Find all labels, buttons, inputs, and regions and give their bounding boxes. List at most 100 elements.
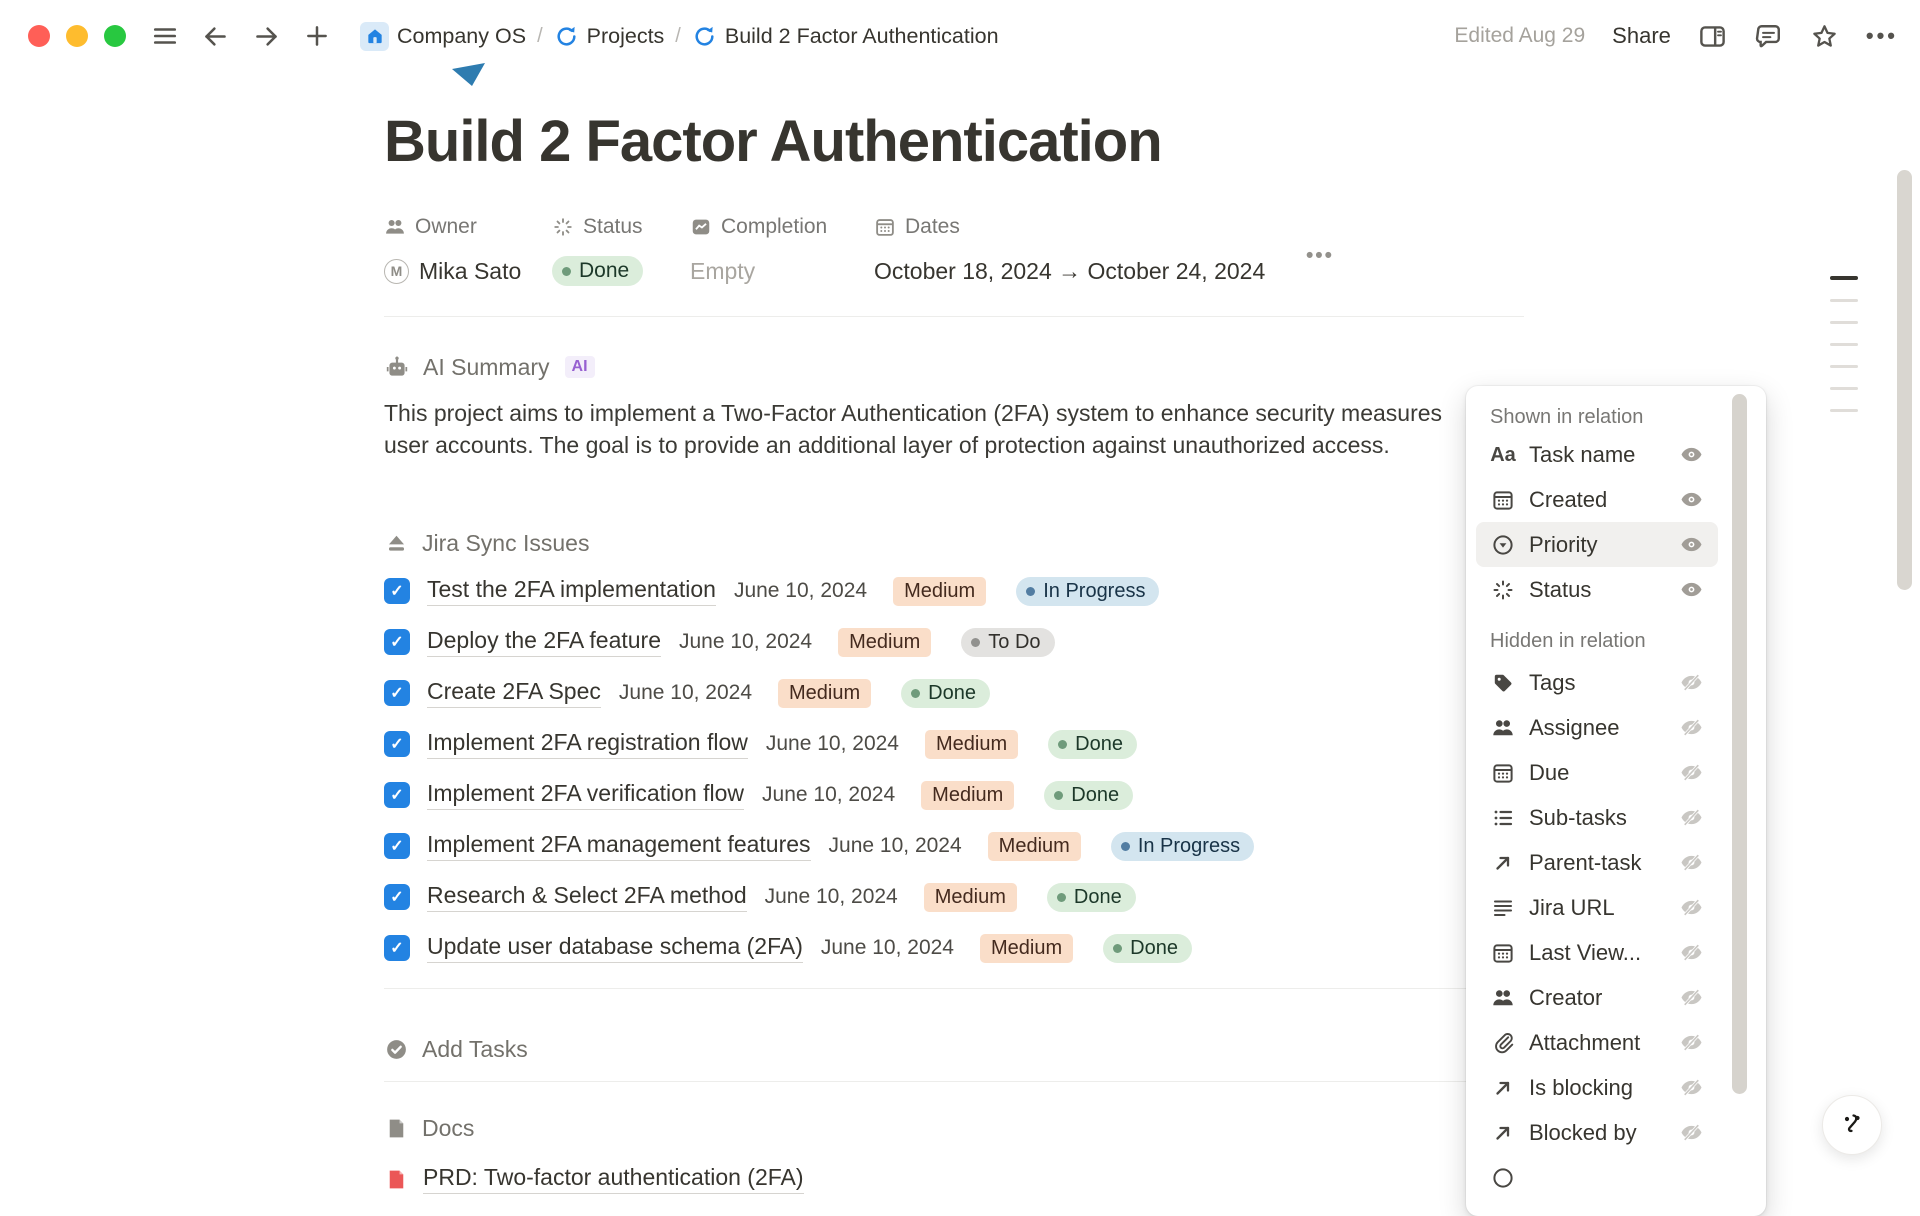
priority-badge[interactable]: Medium [925, 730, 1018, 759]
checkbox-checked[interactable]: ✓ [384, 629, 410, 655]
task-title-link[interactable]: Update user database schema (2FA) [427, 933, 803, 963]
task-title-link[interactable]: Deploy the 2FA feature [427, 627, 661, 657]
add-tasks-heading[interactable]: Add Tasks [384, 1035, 1524, 1063]
zoom-button[interactable] [104, 25, 126, 47]
priority-badge[interactable]: Medium [924, 883, 1017, 912]
task-title-link[interactable]: Test the 2FA implementation [427, 576, 716, 606]
popup-item-partial[interactable] [1476, 1155, 1718, 1200]
popup-item-priority[interactable]: Priority [1476, 522, 1718, 567]
popup-item-status[interactable]: Status [1476, 567, 1718, 612]
status-badge[interactable]: Done [901, 679, 990, 708]
new-tab-icon[interactable] [304, 23, 330, 49]
priority-badge[interactable]: Medium [838, 628, 931, 657]
eye-icon[interactable] [1679, 577, 1704, 602]
popup-item-task-name[interactable]: Aa Task name [1476, 432, 1718, 477]
popup-item-tags[interactable]: Tags [1476, 660, 1718, 705]
status-badge[interactable]: To Do [961, 628, 1054, 657]
eye-slash-icon[interactable] [1679, 670, 1704, 695]
popup-item-is-blocking[interactable]: Is blocking [1476, 1065, 1718, 1110]
popup-item-created[interactable]: Created [1476, 477, 1718, 522]
minimize-button[interactable] [66, 25, 88, 47]
eye-slash-icon[interactable] [1679, 895, 1704, 920]
close-button[interactable] [28, 25, 50, 47]
property-owner-value[interactable]: M Mika Sato [384, 254, 552, 288]
forward-icon[interactable] [253, 23, 280, 50]
task-title-link[interactable]: Implement 2FA verification flow [427, 780, 744, 810]
popup-item-creator[interactable]: Creator [1476, 975, 1718, 1020]
sidebar-menu-icon[interactable] [152, 23, 178, 49]
property-status-label[interactable]: Status [552, 212, 690, 242]
share-button[interactable]: Share [1612, 23, 1671, 49]
jira-sync-heading[interactable]: Jira Sync Issues [384, 529, 1524, 557]
popup-item-sub-tasks[interactable]: Sub-tasks [1476, 795, 1718, 840]
popup-item-assignee[interactable]: Assignee [1476, 705, 1718, 750]
doc-title-link[interactable]: PRD: Two-factor authentication (2FA) [423, 1164, 804, 1194]
toc-line-current[interactable] [1830, 276, 1858, 280]
toc-line[interactable] [1830, 299, 1858, 302]
property-more-icon[interactable]: ••• [1306, 244, 1334, 268]
toc-line[interactable] [1830, 343, 1858, 346]
task-title-link[interactable]: Implement 2FA registration flow [427, 729, 748, 759]
eye-slash-icon[interactable] [1679, 1030, 1704, 1055]
checkbox-checked[interactable]: ✓ [384, 680, 410, 706]
task-title-link[interactable]: Implement 2FA management features [427, 831, 811, 861]
eye-slash-icon[interactable] [1679, 715, 1704, 740]
status-badge[interactable]: Done [1044, 781, 1133, 810]
task-title-link[interactable]: Research & Select 2FA method [427, 882, 747, 912]
back-icon[interactable] [202, 23, 229, 50]
page-title[interactable]: Build 2 Factor Authentication [384, 102, 1524, 182]
eye-slash-icon[interactable] [1679, 1120, 1704, 1145]
eye-icon[interactable] [1679, 532, 1704, 557]
popup-item-parent-task[interactable]: Parent-task [1476, 840, 1718, 885]
priority-badge[interactable]: Medium [980, 934, 1073, 963]
property-dates-label[interactable]: Dates [874, 212, 1524, 242]
eye-slash-icon[interactable] [1679, 760, 1704, 785]
eye-icon[interactable] [1679, 487, 1704, 512]
page-scrollbar-thumb[interactable] [1897, 170, 1912, 590]
eye-slash-icon[interactable] [1679, 1075, 1704, 1100]
toc-line[interactable] [1830, 321, 1858, 324]
comments-icon[interactable] [1754, 22, 1783, 51]
checkbox-checked[interactable]: ✓ [384, 833, 410, 859]
status-badge[interactable]: Done [1103, 934, 1192, 963]
popup-item-blocked-by[interactable]: Blocked by [1476, 1110, 1718, 1155]
popup-scrollbar-thumb[interactable] [1732, 394, 1747, 1094]
task-title-link[interactable]: Create 2FA Spec [427, 678, 601, 708]
status-badge[interactable]: Done [552, 256, 643, 286]
status-badge[interactable]: Done [1047, 883, 1136, 912]
priority-badge[interactable]: Medium [921, 781, 1014, 810]
toc-line[interactable] [1830, 365, 1858, 368]
checkbox-checked[interactable]: ✓ [384, 884, 410, 910]
table-of-contents-indicator[interactable] [1830, 276, 1858, 431]
priority-badge[interactable]: Medium [988, 832, 1081, 861]
ai-summary-heading[interactable]: AI Summary AI [384, 353, 1524, 381]
eye-slash-icon[interactable] [1679, 805, 1704, 830]
priority-badge[interactable]: Medium [778, 679, 871, 708]
popup-item-last-viewed[interactable]: Last View... [1476, 930, 1718, 975]
property-dates-value[interactable]: October 18, 2024 → October 24, 2024 [874, 254, 1524, 288]
eye-slash-icon[interactable] [1679, 985, 1704, 1010]
status-badge[interactable]: In Progress [1016, 577, 1159, 606]
popup-item-attachment[interactable]: Attachment [1476, 1020, 1718, 1065]
docs-heading[interactable]: Docs [384, 1114, 1524, 1142]
popup-item-jira-url[interactable]: Jira URL [1476, 885, 1718, 930]
status-badge[interactable]: In Progress [1111, 832, 1254, 861]
eye-icon[interactable] [1679, 442, 1704, 467]
checkbox-checked[interactable]: ✓ [384, 578, 410, 604]
property-owner-label[interactable]: Owner [384, 212, 552, 242]
checkbox-checked[interactable]: ✓ [384, 935, 410, 961]
side-panel-toggle-icon[interactable] [1698, 22, 1727, 51]
notion-ai-button[interactable] [1822, 1095, 1882, 1155]
checkbox-checked[interactable]: ✓ [384, 782, 410, 808]
property-completion-value[interactable]: Empty [690, 254, 874, 288]
eye-slash-icon[interactable] [1679, 850, 1704, 875]
priority-badge[interactable]: Medium [893, 577, 986, 606]
property-completion-label[interactable]: Completion [690, 212, 874, 242]
favorite-star-icon[interactable] [1810, 22, 1839, 51]
property-status-value[interactable]: Done [552, 254, 690, 288]
checkbox-checked[interactable]: ✓ [384, 731, 410, 757]
toc-line[interactable] [1830, 387, 1858, 390]
status-badge[interactable]: Done [1048, 730, 1137, 759]
popup-item-due[interactable]: Due [1476, 750, 1718, 795]
eye-slash-icon[interactable] [1679, 940, 1704, 965]
